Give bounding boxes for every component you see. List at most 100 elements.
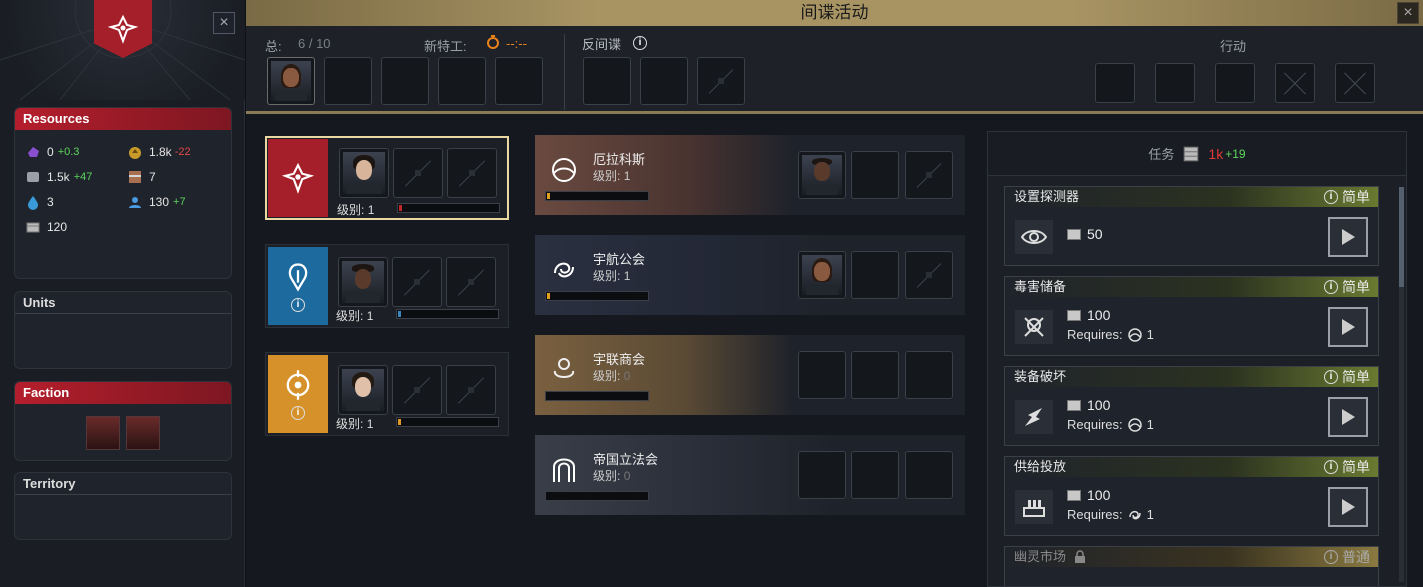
leader-portrait[interactable] bbox=[86, 416, 120, 450]
spacing-guild-icon bbox=[554, 262, 574, 278]
faction-banner-blue: i bbox=[268, 247, 328, 325]
start-task-button[interactable] bbox=[1328, 307, 1368, 347]
agent-slot-3[interactable] bbox=[381, 57, 429, 105]
credits-icon bbox=[1067, 489, 1081, 501]
task-requirement: Requires: 1 bbox=[1067, 417, 1154, 432]
faction-row-red[interactable]: 级别: 1 bbox=[265, 136, 509, 220]
task-difficulty: i 简单 bbox=[1324, 187, 1370, 207]
task-body: 100 Requires: 1 bbox=[1005, 387, 1378, 445]
play-icon bbox=[1342, 319, 1355, 335]
territory-title: Territory bbox=[15, 473, 231, 495]
org-level: 级别: 0 bbox=[593, 469, 631, 483]
agent-portrait bbox=[271, 61, 311, 101]
difficulty-info-icon[interactable]: i bbox=[1324, 550, 1338, 564]
counter-intel-slot-1[interactable] bbox=[583, 57, 631, 105]
difficulty-info-icon[interactable]: i bbox=[1324, 280, 1338, 294]
tasks-credits: 1k bbox=[1208, 145, 1224, 162]
org-agent-slot[interactable] bbox=[851, 351, 899, 399]
start-task-button[interactable] bbox=[1328, 487, 1368, 527]
resource-materials[interactable]: 7 bbox=[127, 169, 156, 185]
org-agent-slot[interactable] bbox=[798, 251, 846, 299]
agent-slot-5[interactable] bbox=[495, 57, 543, 105]
resource-water[interactable]: 3 bbox=[25, 194, 54, 210]
resource-population[interactable]: 130 +7 bbox=[127, 194, 186, 210]
resource-credits[interactable]: 120 bbox=[25, 219, 67, 235]
total-value: 6 / 10 bbox=[298, 36, 331, 51]
action-slot-2[interactable] bbox=[1155, 63, 1195, 103]
faction-agent-slot-locked bbox=[447, 148, 497, 198]
faction-banner-red bbox=[268, 139, 328, 217]
difficulty-info-icon[interactable]: i bbox=[1324, 370, 1338, 384]
faction-info-icon[interactable]: i bbox=[291, 298, 305, 312]
org-agent-slot[interactable] bbox=[851, 451, 899, 499]
org-agent-slot[interactable] bbox=[905, 451, 953, 499]
agent-portrait bbox=[342, 261, 384, 303]
resource-alloy[interactable]: 1.5k +47 bbox=[25, 169, 92, 185]
sidebar-close-button[interactable]: × bbox=[213, 12, 235, 34]
agent-slot-4[interactable] bbox=[438, 57, 486, 105]
faction-info-icon[interactable]: i bbox=[291, 406, 305, 420]
poison-icon bbox=[1015, 310, 1053, 344]
faction-row-blue[interactable]: i 级别: 1 bbox=[265, 244, 509, 328]
org-agent-slot[interactable] bbox=[851, 251, 899, 299]
resource-value: 3 bbox=[47, 195, 54, 209]
start-task-button[interactable] bbox=[1328, 397, 1368, 437]
faction-agent-slot-locked bbox=[393, 148, 443, 198]
task-cost: 100 bbox=[1067, 487, 1110, 503]
agent-portrait bbox=[802, 255, 842, 295]
faction-agent-slot-locked bbox=[392, 365, 442, 415]
counter-intel-label: 反间谍 bbox=[582, 37, 622, 52]
territory-panel: Territory bbox=[14, 472, 232, 540]
action-slot-3[interactable] bbox=[1215, 63, 1255, 103]
org-agent-slot[interactable] bbox=[798, 351, 846, 399]
scrollbar-thumb[interactable] bbox=[1399, 187, 1404, 287]
org-row-choam[interactable]: 宇联商会 级别: 0 bbox=[535, 335, 965, 415]
tasks-credits-delta: +19 bbox=[1225, 146, 1246, 161]
faction-agent-slot[interactable] bbox=[338, 257, 388, 307]
org-row-arrakis[interactable]: 厄拉科斯 级别: 1 bbox=[535, 135, 965, 215]
task-title: 设置探测器 bbox=[1014, 189, 1080, 204]
resources-panel: Resources 0 +0.3 1.8k -22 1.5k +47 7 3 1… bbox=[14, 107, 232, 279]
resource-value: 120 bbox=[47, 220, 68, 234]
units-panel: Units bbox=[14, 291, 232, 369]
faction-panel: Faction bbox=[14, 381, 232, 461]
credits-icon bbox=[1067, 228, 1081, 240]
resource-crystal[interactable]: 0 +0.3 bbox=[25, 144, 79, 160]
water-icon bbox=[28, 196, 38, 210]
window-title-bar: 间谍活动 × bbox=[246, 0, 1423, 26]
eye-icon bbox=[1015, 220, 1053, 254]
population-icon bbox=[129, 197, 141, 208]
faction-agent-slot[interactable] bbox=[338, 365, 388, 415]
faction-agent-slot[interactable] bbox=[339, 148, 389, 198]
org-name: 宇联商会 bbox=[593, 352, 646, 367]
org-row-spacing-guild[interactable]: 宇航公会 级别: 1 bbox=[535, 235, 965, 315]
faction-row-gold[interactable]: i 级别: 1 bbox=[265, 352, 509, 436]
difficulty-info-icon[interactable]: i bbox=[1324, 460, 1338, 474]
task-difficulty: i 简单 bbox=[1324, 367, 1370, 387]
agent-slot-1[interactable] bbox=[267, 57, 315, 105]
units-title: Units bbox=[15, 292, 231, 314]
window-close-button[interactable]: × bbox=[1397, 2, 1419, 24]
arrakis-icon bbox=[1127, 417, 1142, 432]
org-row-landsraad[interactable]: 帝国立法会 级别: 0 bbox=[535, 435, 965, 515]
tasks-panel: 任务 1k +19 设置探测器 i 简单 50 毒害储备 i 简单 100 Re… bbox=[987, 131, 1407, 587]
org-progress-bar bbox=[545, 191, 649, 201]
window-title: 间谍活动 bbox=[800, 3, 869, 22]
resource-delta: +47 bbox=[73, 171, 93, 183]
difficulty-info-icon[interactable]: i bbox=[1324, 190, 1338, 204]
task-requirement: Requires: 1 bbox=[1067, 507, 1154, 522]
org-agent-slot[interactable] bbox=[905, 351, 953, 399]
counter-intel-slot-2[interactable] bbox=[640, 57, 688, 105]
task-card: 装备破坏 i 简单 100 Requires: 1 bbox=[1004, 366, 1379, 446]
agent-portrait bbox=[802, 155, 842, 195]
leader-portrait[interactable] bbox=[126, 416, 160, 450]
counter-intel-info-icon[interactable]: i bbox=[633, 36, 647, 50]
org-agent-slot[interactable] bbox=[798, 451, 846, 499]
org-agent-slot[interactable] bbox=[798, 151, 846, 199]
start-task-button[interactable] bbox=[1328, 217, 1368, 257]
resource-influence[interactable]: 1.8k -22 bbox=[127, 144, 191, 160]
action-slot-1[interactable] bbox=[1095, 63, 1135, 103]
tasks-scrollbar[interactable] bbox=[1399, 187, 1404, 582]
org-agent-slot[interactable] bbox=[851, 151, 899, 199]
agent-slot-2[interactable] bbox=[324, 57, 372, 105]
